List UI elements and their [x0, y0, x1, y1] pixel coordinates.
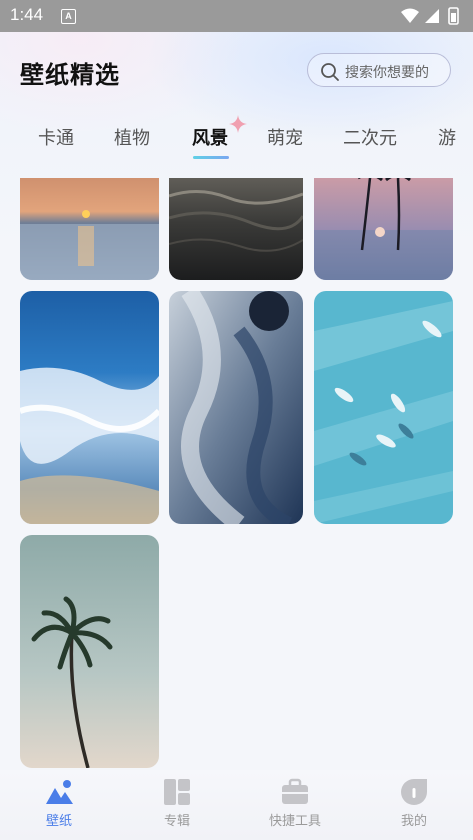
wallpaper-card-ocean-waves[interactable]: [169, 178, 303, 280]
nav-label: 我的: [400, 814, 427, 829]
wallpaper-card-stormy-wave[interactable]: [169, 291, 303, 524]
wallpaper-card-dolphins[interactable]: [314, 291, 453, 524]
nav-album[interactable]: 专辑: [137, 776, 217, 829]
tab-pets[interactable]: 萌宠: [267, 124, 303, 150]
search-input[interactable]: 搜索你想要的: [307, 53, 451, 87]
wallpaper-icon: [46, 780, 73, 804]
status-icons: [401, 7, 459, 25]
status-bar: 1:44 A: [0, 0, 473, 32]
nav-label: 快捷工具: [268, 814, 321, 829]
bottom-navigation: 壁纸 专辑 快捷工具 我的: [0, 770, 473, 840]
signal-icon: [425, 9, 439, 23]
tab-scenery[interactable]: 风景: [192, 124, 228, 150]
tab-plants[interactable]: 植物: [114, 124, 150, 150]
tab-games[interactable]: 游: [438, 124, 456, 150]
page-title: 壁纸精选: [20, 61, 120, 89]
search-placeholder: 搜索你想要的: [345, 65, 429, 81]
active-tab-indicator: [193, 156, 229, 159]
sparkle-icon: [229, 115, 247, 133]
wallpaper-image: [314, 178, 453, 280]
tab-anime[interactable]: 二次元: [343, 124, 397, 150]
wallpaper-card-palm-tree[interactable]: [20, 535, 159, 768]
notification-icon: A: [61, 9, 76, 24]
wallpaper-image: [169, 291, 303, 524]
wallpaper-image: [20, 535, 159, 768]
album-icon: [164, 779, 190, 805]
profile-icon: [401, 779, 427, 805]
wallpaper-image: [20, 291, 159, 524]
wallpaper-card-sunset[interactable]: [20, 178, 159, 280]
wallpaper-image: [20, 178, 159, 280]
nav-wallpaper[interactable]: 壁纸: [19, 776, 99, 829]
status-time: 1:44: [10, 5, 44, 24]
category-tabs: 卡通 植物 风景 萌宠 二次元 游: [0, 112, 473, 162]
tab-cartoon[interactable]: 卡通: [38, 124, 74, 150]
wallpaper-image: [314, 291, 453, 524]
wallpaper-grid: [0, 178, 473, 770]
nav-label: 专辑: [163, 814, 190, 829]
wallpaper-image: [169, 178, 303, 280]
search-icon: [321, 63, 339, 81]
nav-profile[interactable]: 我的: [374, 776, 454, 829]
toolbox-icon: [282, 778, 308, 804]
nav-tools[interactable]: 快捷工具: [255, 776, 335, 829]
wallpaper-card-palms-dusk[interactable]: [314, 178, 453, 280]
wifi-icon: [401, 8, 419, 23]
nav-label: 壁纸: [45, 814, 72, 829]
wallpaper-card-beach-surf[interactable]: [20, 291, 159, 524]
